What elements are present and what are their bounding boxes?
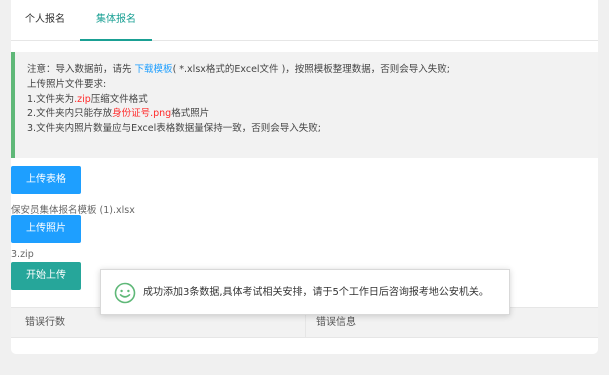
column-error-row: 错误行数 (25, 317, 65, 328)
notice-line-1: 注意：导入数据前，请先 下载模板( *.xlsx格式的Excel文件 )，按照模… (27, 64, 450, 75)
notice-line-4: 2.文件夹内只能存放身份证号.png格式照片 (27, 108, 210, 120)
uploaded-sheet-filename: 保安员集体报名模板 (1).xlsx (11, 205, 135, 216)
notice-line-3: 1.文件夹为.zip压缩文件格式 (27, 93, 148, 105)
smile-icon (114, 282, 136, 304)
uploaded-zip-filename: 3.zip (11, 249, 34, 260)
toast-message: 成功添加3条数据,具体考试相关安排，请于5个工作日后咨询报考地公安机关。 (143, 287, 489, 298)
tab-bar: 个人报名 集体报名 (11, 0, 598, 41)
tab-group-registration[interactable]: 集体报名 (80, 0, 152, 41)
tab-individual-registration[interactable]: 个人报名 (25, 0, 65, 40)
notice-line-2: 上传照片文件要求: (27, 78, 107, 90)
upload-photo-button[interactable]: 上传照片 (11, 215, 81, 243)
download-template-link[interactable]: 下载模板 (135, 64, 173, 75)
notice-line-5: 3.文件夹内照片数量应与Excel表格数据量保持一致，否则会导入失败; (27, 123, 321, 135)
import-notice: 注意：导入数据前，请先 下载模板( *.xlsx格式的Excel文件 )，按照模… (11, 52, 598, 158)
upload-sheet-button[interactable]: 上传表格 (11, 166, 81, 194)
success-toast: 成功添加3条数据,具体考试相关安排，请于5个工作日后咨询报考地公安机关。 (100, 269, 510, 315)
start-upload-button[interactable]: 开始上传 (11, 262, 81, 290)
